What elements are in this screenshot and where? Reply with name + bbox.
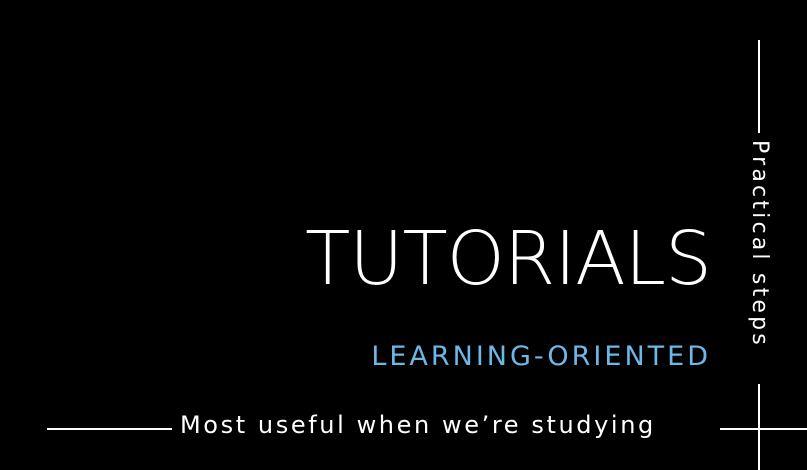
tutorials-quadrant: TUTORIALS LEARNING-ORIENTED Most useful … xyxy=(0,0,807,470)
quadrant-subtitle: LEARNING-ORIENTED xyxy=(371,341,711,372)
vertical-axis-label: Practical steps xyxy=(747,140,772,348)
vertical-axis-line-top xyxy=(758,40,760,133)
horizontal-axis-line-right xyxy=(720,428,807,430)
quadrant-title: TUTORIALS xyxy=(305,216,712,302)
horizontal-axis-line-left xyxy=(47,428,172,430)
vertical-axis-line-bottom xyxy=(758,384,760,470)
horizontal-axis-label: Most useful when we’re studying xyxy=(180,411,656,439)
